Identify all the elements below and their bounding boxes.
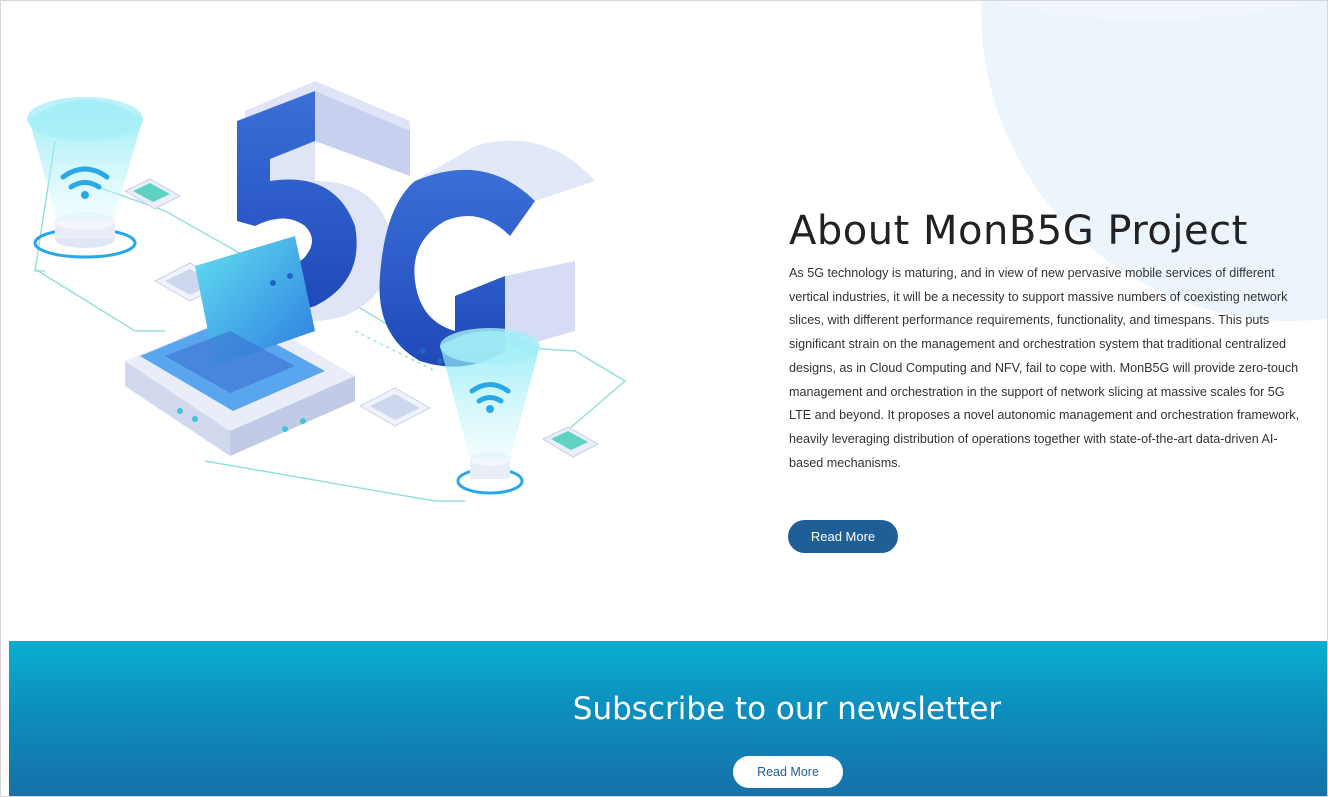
about-title: About MonB5G Project xyxy=(789,208,1248,254)
left-wifi-beacon xyxy=(27,97,143,259)
page: About MonB5G Project As 5G technology is… xyxy=(0,0,1328,797)
newsletter-banner: Subscribe to our newsletter Read More xyxy=(9,641,1327,796)
device-small-2 xyxy=(541,426,600,458)
device-small-1 xyxy=(123,178,182,210)
about-read-more-button[interactable]: Read More xyxy=(788,520,898,553)
newsletter-read-more-button[interactable]: Read More xyxy=(733,756,843,788)
about-description: As 5G technology is maturing, and in vie… xyxy=(789,266,1300,470)
5g-network-illustration-icon xyxy=(27,81,627,502)
about-text-block: About MonB5G Project As 5G technology is… xyxy=(789,206,1309,475)
right-wifi-beacon xyxy=(440,328,540,495)
newsletter-title: Subscribe to our newsletter xyxy=(572,691,1002,727)
chip-2 xyxy=(358,387,432,427)
about-section: About MonB5G Project As 5G technology is… xyxy=(1,1,1327,641)
